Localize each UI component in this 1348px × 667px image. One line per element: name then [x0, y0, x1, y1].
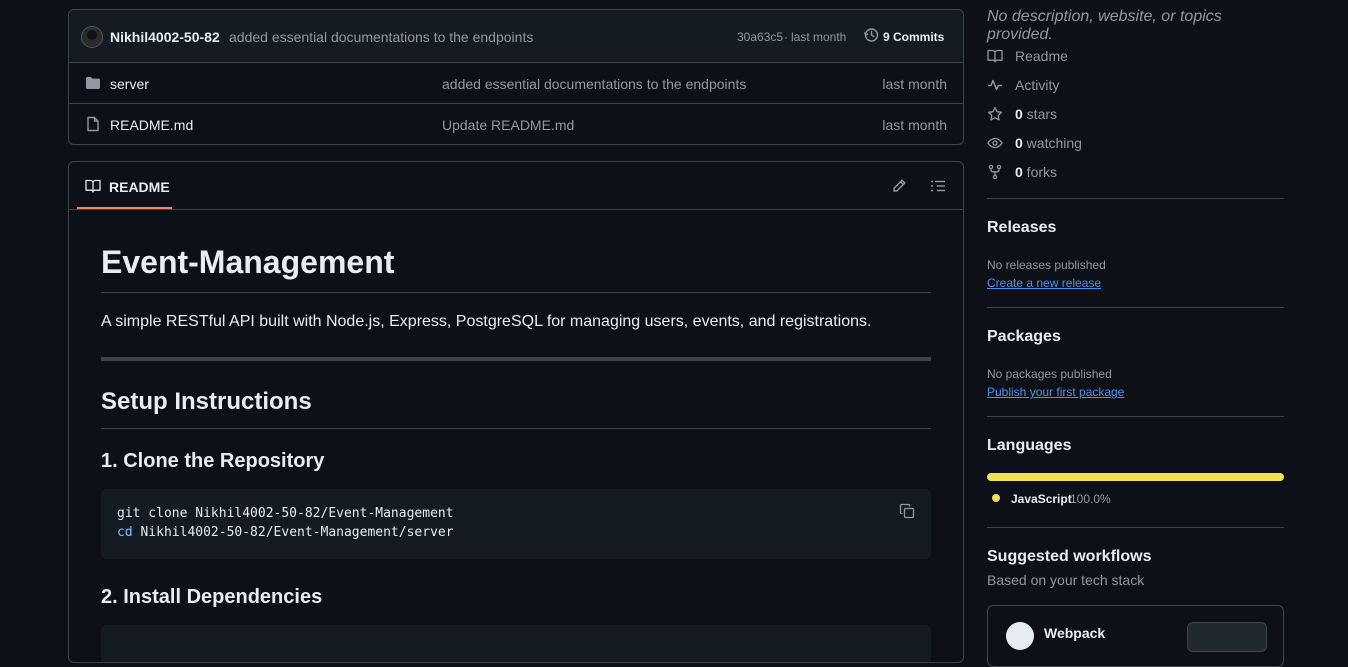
- language-percent: 100.0%: [1070, 492, 1111, 506]
- copy-icon[interactable]: [899, 503, 915, 523]
- code-block-install: [101, 625, 931, 662]
- language-name: JavaScript: [1011, 492, 1072, 506]
- about-text: No description, website, or topics provi…: [987, 8, 1222, 43]
- heading-clone: 1. Clone the Repository: [101, 450, 325, 472]
- divider: [987, 307, 1284, 308]
- divider: [987, 198, 1284, 199]
- forks-count: 0: [1015, 164, 1023, 180]
- star-icon: [987, 106, 1003, 121]
- publish-package-link[interactable]: Publish your first package: [987, 385, 1124, 399]
- language-bar-fill: [987, 473, 1284, 481]
- file-row[interactable]: server added essential documentations to…: [69, 63, 963, 104]
- stars-count: 0: [1015, 106, 1023, 122]
- code-keyword: cd: [117, 525, 133, 540]
- packages-title[interactable]: Packages: [987, 328, 1061, 346]
- file-name[interactable]: README.md: [110, 117, 193, 133]
- workflows-subtitle: Based on your tech stack: [987, 572, 1145, 588]
- workflows-title: Suggested workflows: [987, 548, 1152, 565]
- pulse-icon: [988, 79, 1002, 91]
- eye-icon: [987, 137, 1003, 149]
- outline-icon[interactable]: [930, 178, 946, 199]
- tab-readme[interactable]: README: [77, 162, 172, 209]
- create-release-link[interactable]: Create a new release: [987, 276, 1101, 290]
- workflow-name: Webpack: [1044, 625, 1106, 641]
- readme-description: A simple RESTful API built with Node.js,…: [101, 313, 872, 330]
- file-commit-message[interactable]: Update README.md: [442, 117, 574, 133]
- releases-title[interactable]: Releases: [987, 219, 1056, 237]
- sidebar-activity-label: Activity: [1015, 77, 1060, 93]
- sidebar-readme-label: Readme: [1015, 48, 1068, 64]
- code-block-clone: git clone Nikhil4002-50-82/Event-Managem…: [101, 489, 931, 559]
- book-icon: [987, 49, 1003, 63]
- fork-icon: [988, 164, 1002, 180]
- code-args: Nikhil4002-50-82/Event-Management/server: [132, 525, 454, 540]
- commit-when: last month: [791, 30, 847, 44]
- avatar[interactable]: [81, 26, 103, 48]
- watching-count: 0: [1015, 135, 1023, 151]
- language-color-dot: [992, 494, 1000, 502]
- language-bar: [987, 473, 1284, 481]
- stars-label: stars: [1022, 106, 1058, 122]
- commit-message[interactable]: added essential documentations to the en…: [229, 29, 533, 45]
- file-commit-when: last month: [882, 117, 947, 133]
- heading-install: 2. Install Dependencies: [101, 586, 323, 608]
- file-browser: Nikhil4002-50-82 added essential documen…: [68, 9, 964, 145]
- divider: [987, 416, 1284, 417]
- latest-commit-bar: Nikhil4002-50-82 added essential documen…: [69, 10, 963, 63]
- commit-author[interactable]: Nikhil4002-50-82: [110, 29, 220, 45]
- readme-header: README: [69, 162, 963, 210]
- packages-empty: No packages published: [987, 367, 1112, 381]
- tab-readme-label: README: [109, 179, 170, 195]
- releases-empty: No releases published: [987, 258, 1106, 272]
- horizontal-rule: [101, 357, 931, 361]
- pencil-icon[interactable]: [891, 178, 907, 199]
- commit-separator: ·: [784, 30, 788, 44]
- file-icon: [85, 116, 101, 135]
- webpack-icon: [1006, 622, 1034, 650]
- readme-panel: README Event-Management A simple RESTful…: [68, 161, 964, 663]
- configure-button[interactable]: [1187, 622, 1267, 652]
- workflow-card: Webpack: [987, 605, 1284, 667]
- code-line: git clone Nikhil4002-50-82/Event-Managem…: [117, 506, 454, 521]
- watching-label: watching: [1022, 135, 1082, 151]
- readme-title: Event-Management: [101, 244, 931, 293]
- file-commit-message[interactable]: added essential documentations to the en…: [442, 76, 746, 92]
- file-commit-when: last month: [882, 76, 947, 92]
- code-line: cd Nikhil4002-50-82/Event-Management/ser…: [117, 525, 454, 540]
- divider: [987, 527, 1284, 528]
- commits-link[interactable]: 9 Commits: [883, 30, 944, 44]
- book-icon: [85, 178, 101, 199]
- history-icon: [863, 27, 879, 48]
- file-row[interactable]: README.md Update README.md last month: [69, 104, 963, 144]
- languages-title: Languages: [987, 437, 1072, 454]
- language-item[interactable]: JavaScript 100.0%: [992, 491, 1192, 507]
- folder-icon: [85, 75, 101, 94]
- file-name[interactable]: server: [110, 76, 149, 92]
- heading-setup: Setup Instructions: [101, 388, 931, 429]
- forks-label: forks: [1022, 164, 1058, 180]
- commit-hash[interactable]: 30a63c5: [737, 30, 783, 44]
